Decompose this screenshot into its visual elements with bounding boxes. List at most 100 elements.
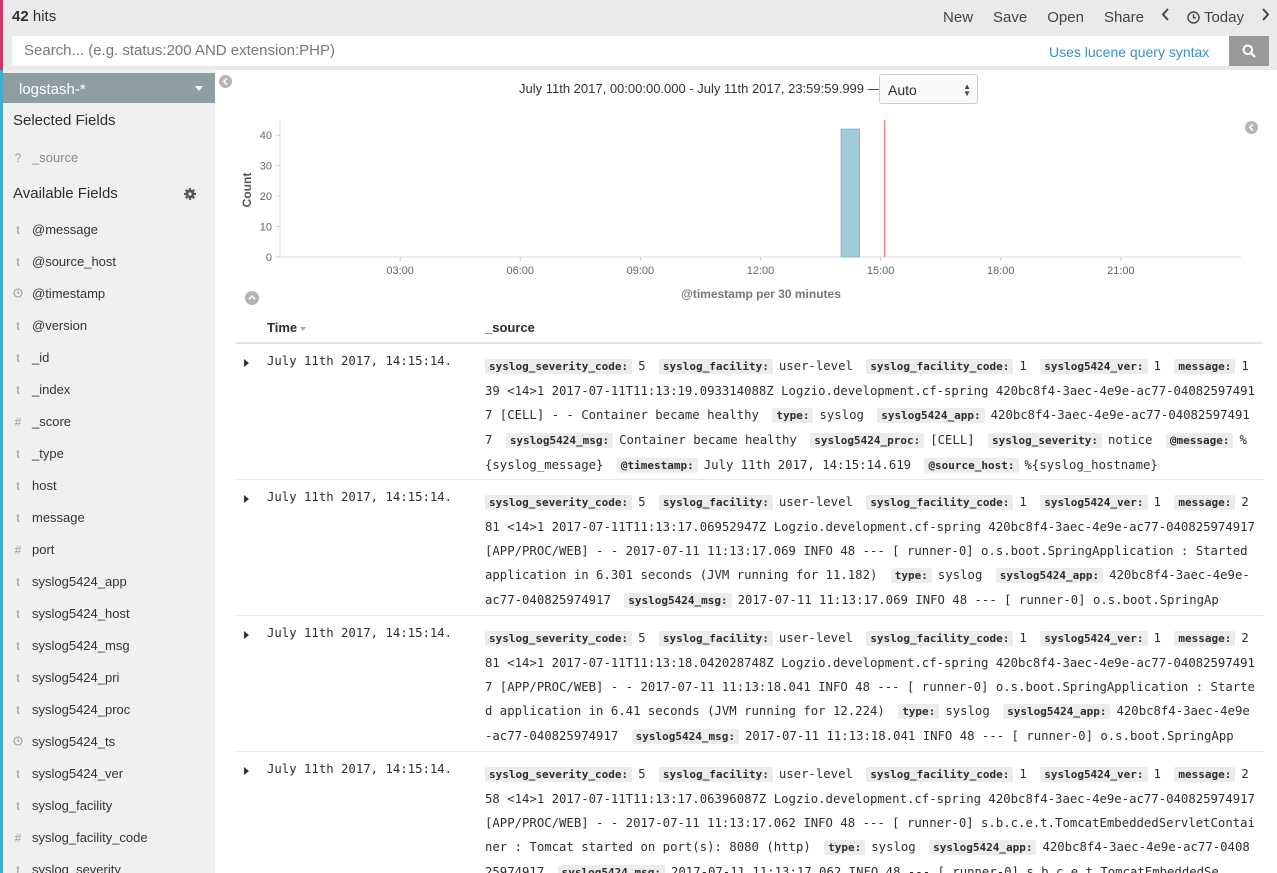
source-field-value: 5 bbox=[638, 631, 646, 645]
source-field-value: syslog bbox=[871, 840, 916, 854]
y-tick-label: 10 bbox=[260, 222, 272, 234]
hits-number: 42 bbox=[12, 8, 29, 25]
field-item[interactable]: t _id bbox=[3, 350, 215, 370]
source-field-key: syslog_facility: bbox=[658, 767, 773, 782]
source-field-key: syslog_severity_code: bbox=[485, 359, 633, 374]
field-item[interactable]: syslog5424_ts bbox=[3, 734, 215, 754]
field-name: syslog_facility_code bbox=[32, 830, 148, 845]
expand-row-icon[interactable] bbox=[244, 631, 249, 639]
y-tick-label: 0 bbox=[266, 252, 272, 264]
field-item[interactable]: # _score bbox=[3, 414, 215, 434]
string-type-icon: t bbox=[16, 639, 20, 653]
field-item[interactable]: t syslog5424_msg bbox=[3, 638, 215, 658]
index-pattern-select[interactable]: logstash-* bbox=[3, 73, 215, 103]
table-row: July 11th 2017, 14:15:14. syslog_severity… bbox=[236, 616, 1263, 752]
chevron-left-icon[interactable] bbox=[1154, 8, 1177, 26]
field-name: syslog5424_app bbox=[32, 574, 127, 589]
source-field-key: syslog5424_msg: bbox=[624, 593, 732, 608]
row-source: syslog_severity_code: 5 syslog_facility: u… bbox=[485, 762, 1255, 873]
field-name: _score bbox=[32, 414, 72, 429]
source-field-key: @source_host: bbox=[924, 458, 1019, 473]
field-item[interactable]: t host bbox=[3, 478, 215, 498]
field-item[interactable]: t _type bbox=[3, 446, 215, 466]
field-sidebar: logstash-* Selected Fields ? _source Avai… bbox=[3, 70, 215, 873]
histogram-bar bbox=[840, 128, 861, 258]
field-item[interactable]: # syslog_facility_code bbox=[3, 830, 215, 850]
field-item[interactable]: t @version bbox=[3, 318, 215, 338]
source-field-value: syslog bbox=[819, 408, 864, 422]
field-item[interactable]: ? _source bbox=[3, 150, 215, 170]
x-tick-label: 21:00 bbox=[1107, 265, 1135, 277]
y-tick-label: 30 bbox=[260, 161, 272, 173]
field-item[interactable]: t syslog_facility bbox=[3, 798, 215, 818]
new-button[interactable]: New bbox=[933, 9, 983, 26]
source-field-value: 1 bbox=[1019, 359, 1027, 373]
source-field-value: 1 bbox=[1153, 631, 1161, 645]
field-item[interactable]: t syslog5424_proc bbox=[3, 702, 215, 722]
source-field-value: %{syslog_hostname} bbox=[1024, 458, 1158, 472]
field-name: _source bbox=[32, 150, 79, 165]
field-item[interactable]: t @source_host bbox=[3, 254, 215, 274]
field-name: syslog5424_ts bbox=[32, 734, 116, 749]
string-type-icon: t bbox=[16, 863, 20, 873]
field-item[interactable]: t message bbox=[3, 510, 215, 530]
field-item[interactable]: t @message bbox=[3, 222, 215, 242]
field-name: @version bbox=[32, 318, 88, 333]
source-field-key: syslog_facility: bbox=[658, 631, 773, 646]
hits-label: hits bbox=[28, 8, 57, 25]
chevron-up-icon[interactable] bbox=[245, 291, 259, 305]
source-field-value: July 11th 2017, 14:15:14.619 bbox=[703, 458, 912, 472]
field-item[interactable]: t _index bbox=[3, 382, 215, 402]
interval-select[interactable]: Auto ▲ ▼ bbox=[879, 74, 978, 104]
source-field-value: syslog bbox=[937, 568, 983, 582]
field-name: syslog_severity bbox=[32, 862, 121, 873]
gear-icon[interactable] bbox=[183, 187, 197, 201]
time-picker-button[interactable]: Today bbox=[1177, 9, 1254, 26]
search-button[interactable] bbox=[1229, 36, 1269, 66]
field-name: syslog5424_pri bbox=[32, 670, 120, 685]
row-time: July 11th 2017, 14:15:14. bbox=[267, 490, 453, 504]
string-type-icon: t bbox=[16, 479, 20, 493]
source-field-key: syslog_severity_code: bbox=[485, 767, 633, 782]
hits-count: 42 hits bbox=[12, 8, 56, 25]
table-row: July 11th 2017, 14:15:14. syslog_severity… bbox=[236, 344, 1263, 480]
field-name: @message bbox=[32, 222, 98, 237]
field-item[interactable]: t syslog_severity bbox=[3, 862, 215, 873]
expand-row-icon[interactable] bbox=[244, 767, 249, 775]
source-field-key: message: bbox=[1174, 631, 1236, 646]
x-tick-label: 18:00 bbox=[987, 265, 1015, 277]
sort-down-icon[interactable] bbox=[300, 326, 307, 331]
source-field-value: 2017-07-11 11:13:17.069 INFO 48 --- [ ru… bbox=[737, 593, 1219, 607]
field-item[interactable]: t syslog5424_ver bbox=[3, 766, 215, 786]
expand-row-icon[interactable] bbox=[244, 359, 249, 367]
string-type-icon: t bbox=[16, 703, 20, 717]
index-pattern-label: logstash-* bbox=[19, 81, 86, 98]
share-button[interactable]: Share bbox=[1094, 9, 1154, 26]
unknown-type-icon: ? bbox=[14, 151, 22, 165]
string-type-icon: t bbox=[16, 255, 20, 269]
open-button[interactable]: Open bbox=[1037, 9, 1094, 26]
source-field-key: type: bbox=[824, 840, 866, 855]
table-row: July 11th 2017, 14:15:14. syslog_severity… bbox=[236, 752, 1263, 873]
collapse-chart-icon[interactable] bbox=[1245, 121, 1258, 134]
lucene-syntax-link[interactable]: Uses lucene query syntax bbox=[1049, 44, 1209, 60]
collapse-sidebar-icon[interactable] bbox=[219, 75, 232, 88]
time-column-header[interactable]: Time bbox=[267, 320, 307, 335]
source-field-value: 1 bbox=[1019, 495, 1027, 509]
source-column-header: _source bbox=[485, 320, 535, 335]
field-name: message bbox=[32, 510, 85, 525]
field-item[interactable]: t syslog5424_pri bbox=[3, 670, 215, 690]
source-field-key: type: bbox=[898, 704, 940, 719]
source-field-key: syslog5424_ver: bbox=[1040, 631, 1148, 646]
search-icon bbox=[1242, 44, 1256, 58]
field-item[interactable]: t syslog5424_host bbox=[3, 606, 215, 626]
field-item[interactable]: # port bbox=[3, 542, 215, 562]
expand-row-icon[interactable] bbox=[244, 495, 249, 503]
field-item[interactable]: @timestamp bbox=[3, 286, 215, 306]
chevron-right-icon[interactable] bbox=[1254, 8, 1277, 26]
string-type-icon: t bbox=[16, 223, 20, 237]
save-button[interactable]: Save bbox=[983, 9, 1037, 26]
source-field-key: syslog_facility_code: bbox=[866, 495, 1014, 510]
field-item[interactable]: t syslog5424_app bbox=[3, 574, 215, 594]
field-name: port bbox=[32, 542, 55, 557]
